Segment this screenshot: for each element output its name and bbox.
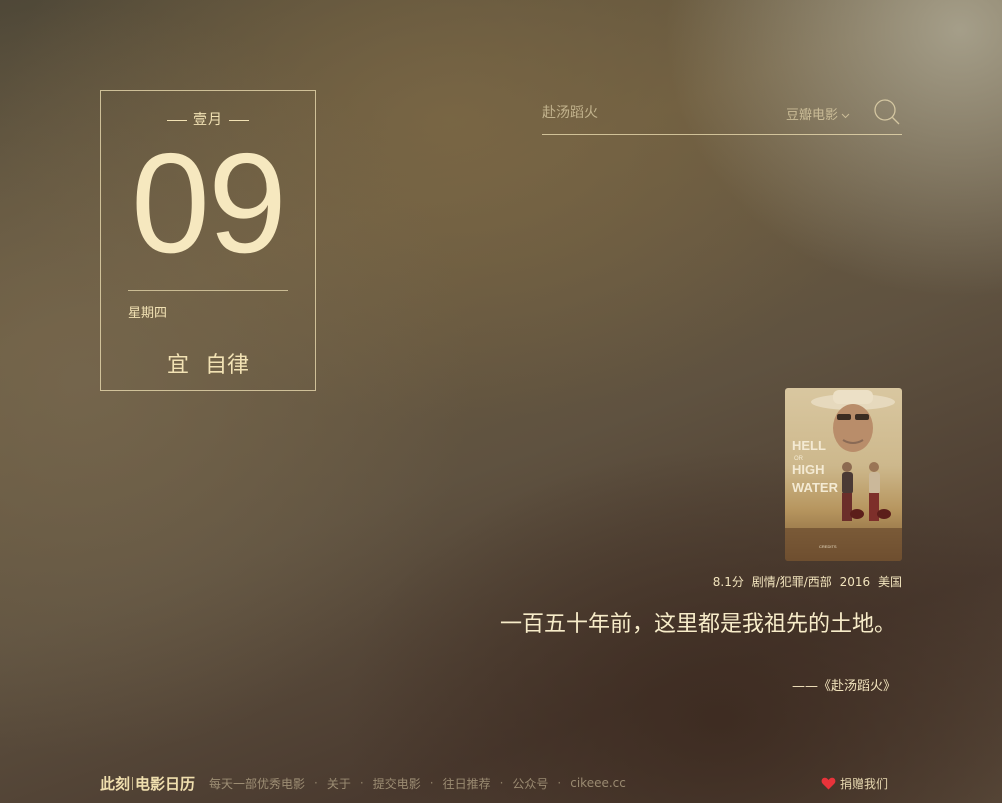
- svg-text:HIGH: HIGH: [792, 462, 825, 477]
- footer-separator: ·: [499, 776, 504, 790]
- footer-link-history[interactable]: 往日推荐: [443, 775, 491, 792]
- donate-label: 捐赠我们: [839, 777, 888, 791]
- svg-text:CREDITS: CREDITS: [819, 544, 837, 549]
- search-source-label: 豆瓣电影: [786, 108, 839, 123]
- movie-year: 2016: [839, 575, 871, 589]
- footer-tagline: 每天一部优秀电影: [209, 776, 306, 791]
- brand-left: 此刻: [100, 774, 131, 793]
- day-number: 09: [131, 124, 287, 283]
- footer-link-about[interactable]: 关于: [327, 775, 351, 792]
- app-background: 壹月 09 星期四 宜自律 豆瓣电影: [0, 0, 1002, 803]
- divider: [229, 119, 249, 121]
- divider: [132, 776, 134, 790]
- movie-genres: 剧情/犯罪/西部: [751, 575, 832, 589]
- poster-image: HELL OR HIGH WATER CREDITS: [785, 388, 902, 561]
- footer-link-site[interactable]: cikeee.cc: [570, 776, 626, 790]
- movie-title-link[interactable]: ——《赴汤蹈火》: [792, 675, 896, 694]
- footer-link-submit[interactable]: 提交电影: [373, 775, 421, 792]
- movie-quote: 一百五十年前，这里都是我祖先的土地。: [500, 612, 897, 637]
- weekday-label: 星期四: [128, 306, 168, 321]
- movie-poster[interactable]: HELL OR HIGH WATER CREDITS: [785, 388, 902, 561]
- movie-rating: 8.1分: [712, 575, 744, 589]
- svg-text:WATER: WATER: [792, 480, 839, 495]
- brand-logo[interactable]: 此刻 电影日历: [100, 773, 195, 794]
- daily-advice: 宜自律: [101, 347, 315, 379]
- chevron-down-icon: [841, 111, 850, 122]
- svg-text:HELL: HELL: [792, 438, 826, 453]
- brand-right: 电影日历: [135, 774, 196, 793]
- footer-separator: ·: [359, 776, 364, 790]
- search-source-dropdown[interactable]: 豆瓣电影: [786, 104, 850, 123]
- footer-separator: ·: [557, 776, 562, 790]
- heart-icon: [821, 777, 836, 790]
- search-bar: 豆瓣电影: [542, 94, 902, 135]
- movie-meta: 8.1分 剧情/犯罪/西部 2016 美国: [713, 573, 902, 590]
- search-button[interactable]: [872, 98, 902, 128]
- divider: [128, 290, 288, 291]
- divider: [167, 119, 187, 121]
- search-icon: [874, 99, 900, 125]
- search-input[interactable]: [542, 102, 762, 124]
- footer-separator: ·: [429, 776, 434, 790]
- donate-button[interactable]: 捐赠我们: [821, 775, 888, 792]
- movie-country: 美国: [877, 575, 902, 589]
- advice-value: 自律: [205, 353, 250, 378]
- calendar-card: 壹月 09 星期四 宜自律: [100, 90, 316, 391]
- advice-label: 宜: [166, 353, 189, 378]
- footer: 此刻 电影日历 每天一部优秀电影 · 关于 · 提交电影 · 往日推荐 · 公众号…: [100, 772, 626, 794]
- footer-link-wechat[interactable]: 公众号: [512, 775, 548, 792]
- footer-separator: ·: [314, 776, 318, 790]
